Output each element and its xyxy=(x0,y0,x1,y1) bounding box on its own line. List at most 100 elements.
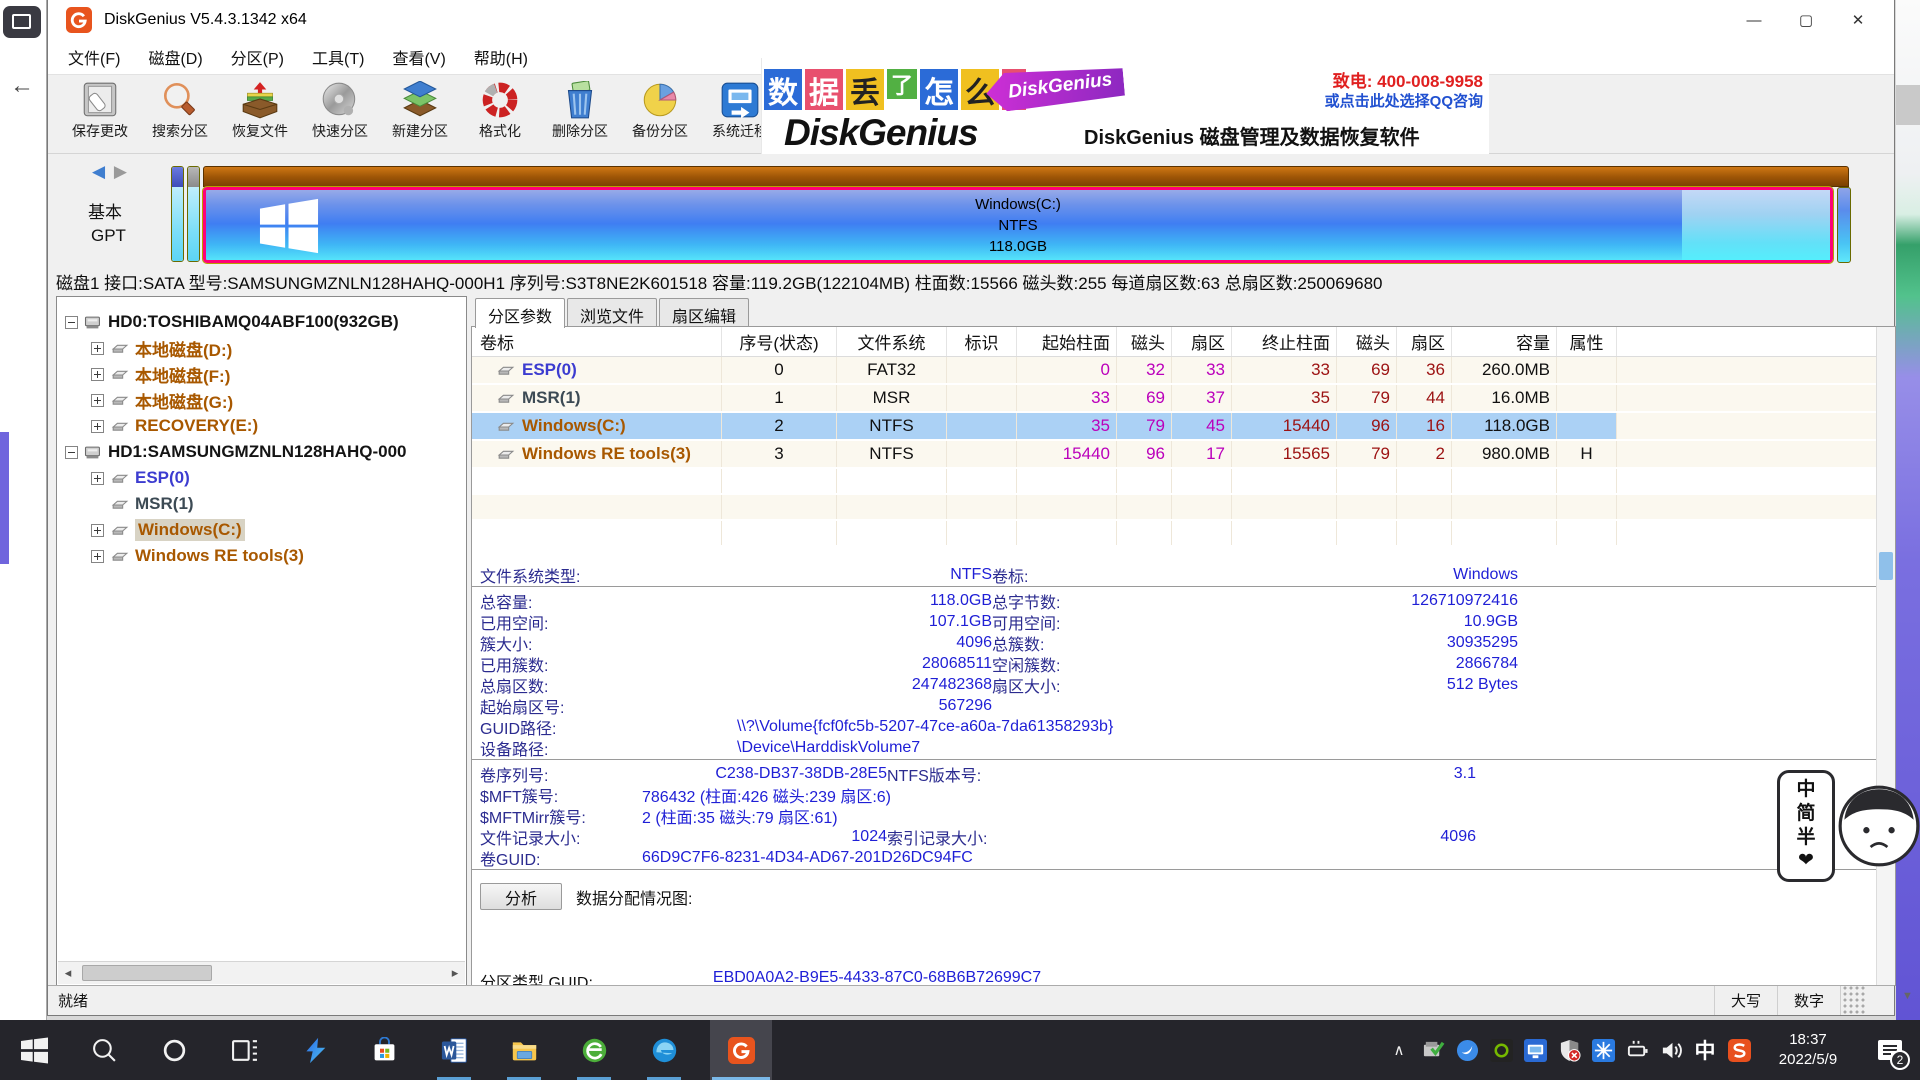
menu-tools[interactable]: 工具(T) xyxy=(298,41,378,73)
tray-expand-icon[interactable]: ∧ xyxy=(1382,1020,1416,1080)
menu-partition[interactable]: 分区(P) xyxy=(217,41,298,73)
tree-item-local-d[interactable]: 本地磁盘(D:) xyxy=(57,335,466,361)
tree-item-msr[interactable]: MSR(1) xyxy=(57,491,466,517)
minimize-button[interactable]: — xyxy=(1728,0,1780,40)
tray-sogou-icon[interactable] xyxy=(1722,1020,1756,1080)
menu-view[interactable]: 查看(V) xyxy=(378,41,459,73)
partition-icon xyxy=(496,421,515,432)
tab-browse-files[interactable]: 浏览文件 xyxy=(567,298,657,326)
taskbar-clock[interactable]: 18:37 2022/5/9 xyxy=(1766,1030,1850,1071)
scrollbar-thumb[interactable] xyxy=(1879,552,1893,580)
disk-header-bar[interactable] xyxy=(203,166,1849,187)
partition-block-esp[interactable] xyxy=(171,166,184,262)
table-row[interactable]: MSR(1) 1 MSR 33 69 37 35 79 44 16.0MB xyxy=(472,385,1895,413)
partition-block-msr[interactable] xyxy=(187,166,200,262)
tray-messenger-icon[interactable] xyxy=(1450,1020,1484,1080)
search-icon xyxy=(159,81,201,119)
expand-icon[interactable] xyxy=(91,550,104,563)
close-button[interactable]: ✕ xyxy=(1832,0,1884,40)
tree-item-local-g[interactable]: 本地磁盘(G:) xyxy=(57,387,466,413)
taskbar-search-button[interactable] xyxy=(80,1020,128,1080)
ime-floating-widget[interactable]: 中 简 半 ❤ xyxy=(1777,770,1920,882)
tree-item-recovery-e[interactable]: RECOVERY(E:) xyxy=(57,413,466,439)
table-header: 卷标 序号(状态) 文件系统 标识 起始柱面 磁头 扇区 终止柱面 磁头 扇区 … xyxy=(472,327,1895,357)
expand-icon[interactable] xyxy=(91,420,104,433)
menu-file[interactable]: 文件(F) xyxy=(54,41,134,73)
tree-item-local-f[interactable]: 本地磁盘(F:) xyxy=(57,361,466,387)
maximize-button[interactable]: ▢ xyxy=(1780,0,1832,40)
tray-defender-icon[interactable] xyxy=(1552,1020,1586,1080)
start-button[interactable] xyxy=(10,1020,58,1080)
word-button[interactable] xyxy=(430,1020,478,1080)
app-lightning-button[interactable] xyxy=(290,1020,338,1080)
scroll-down-arrow-icon: ▼ xyxy=(1902,990,1913,1002)
partition-name: Windows(C:) xyxy=(975,194,1061,215)
table-row[interactable]: Windows RE tools(3) 3 NTFS 15440 96 17 1… xyxy=(472,441,1895,469)
ad-qq-link[interactable]: 或点击此处选择QQ咨询 xyxy=(1325,90,1483,111)
expand-icon[interactable] xyxy=(91,342,104,355)
action-center-button[interactable]: 2 xyxy=(1864,1020,1916,1080)
window-title: DiskGenius V5.4.3.1342 x64 xyxy=(104,11,307,29)
ad-slogan: 数 据 丢 了 怎 么 ! xyxy=(764,69,1029,110)
tab-partition-params[interactable]: 分区参数 xyxy=(475,298,565,328)
save-changes-button[interactable]: 保存更改 xyxy=(60,75,140,153)
partition-table-content: 卷标 序号(状态) 文件系统 标识 起始柱面 磁头 扇区 终止柱面 磁头 扇区 … xyxy=(471,326,1896,986)
analyze-button[interactable]: 分析 xyxy=(480,883,562,910)
tray-power-icon[interactable] xyxy=(1620,1020,1654,1080)
scroll-left-arrow-icon[interactable]: ◂ xyxy=(58,962,78,984)
ad-phone: 致电: 400-008-9958 xyxy=(1333,67,1483,92)
tree-item-esp[interactable]: ESP(0) xyxy=(57,465,466,491)
task-view-button[interactable] xyxy=(220,1020,268,1080)
disc-icon xyxy=(319,81,361,119)
table-empty-row xyxy=(472,469,1895,495)
expand-icon[interactable] xyxy=(91,368,104,381)
scroll-right-arrow-icon[interactable]: ▸ xyxy=(445,962,465,984)
tray-update-icon[interactable] xyxy=(1416,1020,1450,1080)
back-arrow-icon[interactable]: ← xyxy=(10,72,34,100)
windows-start-icon xyxy=(21,1037,48,1064)
microsoft-store-button[interactable] xyxy=(360,1020,408,1080)
numlock-indicator: 数字 xyxy=(1777,986,1840,1015)
expand-icon[interactable] xyxy=(91,394,104,407)
delete-partition-button[interactable]: 删除分区 xyxy=(540,75,620,153)
partition-block-windows-c[interactable]: Windows(C:) NTFS 118.0GB xyxy=(203,187,1833,263)
collapse-icon[interactable] xyxy=(65,316,78,329)
cortana-button[interactable] xyxy=(150,1020,198,1080)
tree-horizontal-scrollbar[interactable]: ◂ ▸ xyxy=(58,961,465,984)
vertical-scrollbar[interactable] xyxy=(1876,327,1895,985)
collapse-icon[interactable] xyxy=(65,446,78,459)
tray-snowflake-icon[interactable] xyxy=(1586,1020,1620,1080)
tree-item-windows-re-tools[interactable]: Windows RE tools(3) xyxy=(57,543,466,569)
tray-intel-graphics-icon[interactable] xyxy=(1518,1020,1552,1080)
tray-nvidia-icon[interactable] xyxy=(1484,1020,1518,1080)
ie-browser-button[interactable] xyxy=(570,1020,618,1080)
tree-item-hd0[interactable]: HD0:TOSHIBAMQ04ABF100(932GB) xyxy=(57,309,466,335)
file-explorer-button[interactable] xyxy=(500,1020,548,1080)
expand-icon[interactable] xyxy=(91,524,104,537)
background-window-strip: ← xyxy=(0,0,47,1020)
resize-grip[interactable] xyxy=(1840,986,1866,1015)
prev-disk-arrow-icon[interactable]: ◀ xyxy=(92,162,105,181)
menu-disk[interactable]: 磁盘(D) xyxy=(134,41,216,73)
ad-banner[interactable]: 数 据 丢 了 怎 么 ! DiskGenius DiskGenius 致电: … xyxy=(761,58,1489,154)
quick-partition-button[interactable]: 快速分区 xyxy=(300,75,380,153)
scrollbar-thumb[interactable] xyxy=(82,965,212,981)
edge-button[interactable] xyxy=(640,1020,688,1080)
next-disk-arrow-icon[interactable]: ▶ xyxy=(114,162,127,181)
table-row-selected[interactable]: Windows(C:) 2 NTFS 35 79 45 15440 96 16 … xyxy=(472,413,1895,441)
tree-item-windows-c[interactable]: Windows(C:) xyxy=(57,517,466,543)
tray-volume-icon[interactable] xyxy=(1654,1020,1688,1080)
tray-ime-indicator[interactable]: 中 xyxy=(1688,1020,1722,1080)
table-row[interactable]: ESP(0) 0 FAT32 0 32 33 33 69 36 260.0MB xyxy=(472,357,1895,385)
diskgenius-taskbar-button[interactable] xyxy=(710,1020,772,1080)
expand-icon[interactable] xyxy=(91,472,104,485)
backup-partition-button[interactable]: 备份分区 xyxy=(620,75,700,153)
menu-help[interactable]: 帮助(H) xyxy=(460,41,542,73)
format-button[interactable]: 格式化 xyxy=(460,75,540,153)
recover-files-button[interactable]: 恢复文件 xyxy=(220,75,300,153)
tree-item-hd1[interactable]: HD1:SAMSUNGMZNLN128HAHQ-000 xyxy=(57,439,466,465)
search-partition-button[interactable]: 搜索分区 xyxy=(140,75,220,153)
new-partition-button[interactable]: 新建分区 xyxy=(380,75,460,153)
tab-sector-edit[interactable]: 扇区编辑 xyxy=(659,298,749,326)
partition-block-re-tools[interactable] xyxy=(1837,187,1851,263)
